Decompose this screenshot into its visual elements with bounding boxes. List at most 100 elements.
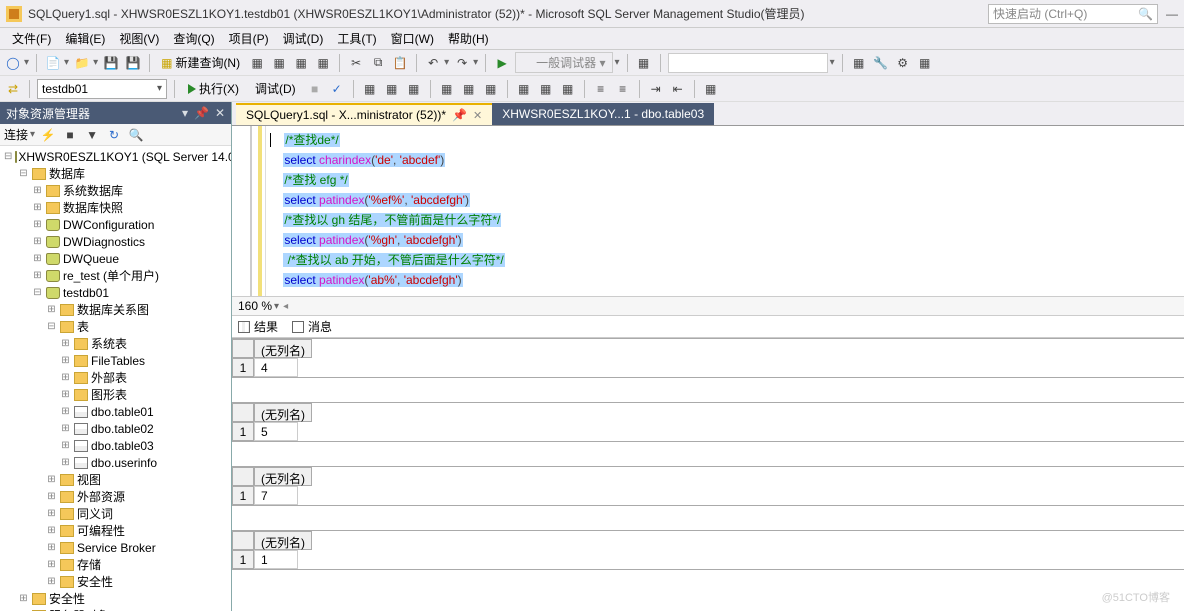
query-options-icon[interactable]: ▦ bbox=[383, 80, 401, 98]
table02-node[interactable]: dbo.table02 bbox=[91, 422, 154, 436]
srvobj-node[interactable]: 服务器对象 bbox=[49, 607, 109, 611]
testdb-node[interactable]: testdb01 bbox=[63, 286, 109, 300]
table03-node[interactable]: dbo.table03 bbox=[91, 439, 154, 453]
object-tree[interactable]: ⊟XHWSR0ESZL1KOY1 (SQL Server 14.0 ⊟数据库 ⊞… bbox=[0, 146, 231, 611]
results-tab[interactable]: 结果 bbox=[238, 318, 278, 335]
cell[interactable]: 5 bbox=[254, 422, 298, 441]
views-node[interactable]: 视图 bbox=[77, 471, 101, 488]
cell[interactable]: 4 bbox=[254, 358, 298, 377]
estimated-plan-icon[interactable]: ▦ bbox=[361, 80, 379, 98]
refresh-icon[interactable]: ↻ bbox=[105, 126, 123, 144]
filetables-node[interactable]: FileTables bbox=[91, 354, 145, 368]
summary-combo[interactable] bbox=[668, 53, 828, 73]
storage-node[interactable]: 存储 bbox=[77, 556, 101, 573]
cell[interactable]: 7 bbox=[254, 486, 298, 505]
indent-icon[interactable]: ⇥ bbox=[647, 80, 665, 98]
col-header[interactable]: (无列名) bbox=[254, 339, 312, 358]
mdx-query-icon[interactable]: ▦ bbox=[270, 54, 288, 72]
server-node[interactable]: XHWSR0ESZL1KOY1 (SQL Server 14.0 bbox=[18, 150, 231, 164]
pin-icon[interactable]: 📌 bbox=[194, 106, 209, 120]
extres-node[interactable]: 外部资源 bbox=[77, 488, 125, 505]
col-header[interactable]: (无列名) bbox=[254, 403, 312, 422]
dropdown-icon[interactable]: ▾ bbox=[182, 106, 188, 120]
comment-icon[interactable]: ≡ bbox=[592, 80, 610, 98]
dmx-query-icon[interactable]: ▦ bbox=[292, 54, 310, 72]
activity-monitor-icon[interactable]: ▦ bbox=[635, 54, 653, 72]
table01-node[interactable]: dbo.table01 bbox=[91, 405, 154, 419]
include-live-icon[interactable]: ▦ bbox=[482, 80, 500, 98]
outdent-icon[interactable]: ⇤ bbox=[669, 80, 687, 98]
programmability-node[interactable]: 可编程性 bbox=[77, 522, 125, 539]
results-grid-icon[interactable]: ▦ bbox=[537, 80, 555, 98]
nav-back-icon[interactable]: ◯ bbox=[4, 54, 22, 72]
dwdiag-node[interactable]: DWDiagnostics bbox=[63, 235, 145, 249]
include-stats-icon[interactable]: ▦ bbox=[460, 80, 478, 98]
database-combo[interactable]: testdb01 bbox=[37, 79, 167, 99]
new-file-icon[interactable]: 📄 bbox=[44, 54, 62, 72]
search-tree-icon[interactable]: 🔍 bbox=[127, 126, 145, 144]
minimize-button[interactable]: — bbox=[1166, 7, 1178, 21]
include-plan-icon[interactable]: ▦ bbox=[438, 80, 456, 98]
intellisense-icon[interactable]: ▦ bbox=[405, 80, 423, 98]
menu-tools[interactable]: 工具(T) bbox=[331, 28, 382, 49]
tool-icon-2[interactable]: 🔧 bbox=[872, 54, 890, 72]
row-header[interactable]: 1 bbox=[232, 550, 254, 569]
continue-icon[interactable]: ▶ bbox=[493, 54, 511, 72]
stop-conn-icon[interactable]: ■ bbox=[61, 126, 79, 144]
security2-node[interactable]: 安全性 bbox=[49, 590, 85, 607]
dbdiagram-node[interactable]: 数据库关系图 bbox=[77, 301, 149, 318]
tables-node[interactable]: 表 bbox=[77, 318, 89, 335]
row-header[interactable]: 1 bbox=[232, 358, 254, 377]
userinfo-node[interactable]: dbo.userinfo bbox=[91, 456, 157, 470]
redo-icon[interactable]: ↷ bbox=[453, 54, 471, 72]
menu-window[interactable]: 窗口(W) bbox=[385, 28, 440, 49]
col-header[interactable]: (无列名) bbox=[254, 531, 312, 550]
row-header[interactable]: 1 bbox=[232, 422, 254, 441]
parse-icon[interactable]: ✓ bbox=[328, 80, 346, 98]
debug-button[interactable]: 调试(D) bbox=[249, 80, 302, 97]
new-query-button[interactable]: ▦新建查询(N) bbox=[157, 54, 244, 71]
row-header[interactable]: 1 bbox=[232, 486, 254, 505]
quick-launch-input[interactable]: 快速启动 (Ctrl+Q) 🔍 bbox=[988, 4, 1158, 24]
sysdb-node[interactable]: 系统数据库 bbox=[63, 182, 123, 199]
menu-debug[interactable]: 调试(D) bbox=[277, 28, 330, 49]
cut-icon[interactable]: ✂ bbox=[347, 54, 365, 72]
grid-corner[interactable] bbox=[232, 531, 254, 550]
save-all-icon[interactable]: 💾 bbox=[124, 54, 142, 72]
tab-table03[interactable]: XHWSR0ESZL1KOY...1 - dbo.table03 bbox=[492, 103, 714, 125]
dwconf-node[interactable]: DWConfiguration bbox=[63, 218, 154, 232]
databases-node[interactable]: 数据库 bbox=[49, 165, 85, 182]
close-icon[interactable]: ✕ bbox=[215, 106, 225, 120]
copy-icon[interactable]: ⧉ bbox=[369, 54, 387, 72]
db-engine-query-icon[interactable]: ▦ bbox=[248, 54, 266, 72]
tab-sqlquery1[interactable]: SQLQuery1.sql - X...ministrator (52))*📌✕ bbox=[236, 103, 492, 125]
retest-node[interactable]: re_test (单个用户) bbox=[63, 267, 159, 284]
execute-button[interactable]: 执行(X) bbox=[182, 80, 245, 97]
menu-view[interactable]: 视图(V) bbox=[113, 28, 165, 49]
code-editor[interactable]: /*查找de*/ select charindex('de', 'abcdef'… bbox=[232, 126, 1184, 296]
debugger-combo[interactable]: 一般调试器 ▾ bbox=[515, 52, 612, 73]
graphtables-node[interactable]: 图形表 bbox=[91, 386, 127, 403]
menu-query[interactable]: 查询(Q) bbox=[167, 28, 220, 49]
dwq-node[interactable]: DWQueue bbox=[63, 252, 119, 266]
results-file-icon[interactable]: ▦ bbox=[559, 80, 577, 98]
change-connection-icon[interactable]: ⇄ bbox=[4, 80, 22, 98]
specify-values-icon[interactable]: ▦ bbox=[702, 80, 720, 98]
cell[interactable]: 1 bbox=[254, 550, 298, 569]
xmla-query-icon[interactable]: ▦ bbox=[314, 54, 332, 72]
tab-pin-icon[interactable]: 📌 bbox=[452, 108, 467, 122]
synonyms-node[interactable]: 同义词 bbox=[77, 505, 113, 522]
filter-icon[interactable]: ▼ bbox=[83, 126, 101, 144]
grid-corner[interactable] bbox=[232, 403, 254, 422]
sb-node[interactable]: Service Broker bbox=[77, 541, 156, 555]
exttables-node[interactable]: 外部表 bbox=[91, 369, 127, 386]
tab-close-icon[interactable]: ✕ bbox=[473, 109, 482, 122]
stop-icon[interactable]: ■ bbox=[306, 80, 324, 98]
menu-project[interactable]: 项目(P) bbox=[223, 28, 275, 49]
open-project-icon[interactable]: 📁 bbox=[73, 54, 91, 72]
security-node[interactable]: 安全性 bbox=[77, 573, 113, 590]
messages-tab[interactable]: 消息 bbox=[292, 318, 332, 335]
undo-icon[interactable]: ↶ bbox=[424, 54, 442, 72]
menu-edit[interactable]: 编辑(E) bbox=[59, 28, 111, 49]
save-icon[interactable]: 💾 bbox=[102, 54, 120, 72]
